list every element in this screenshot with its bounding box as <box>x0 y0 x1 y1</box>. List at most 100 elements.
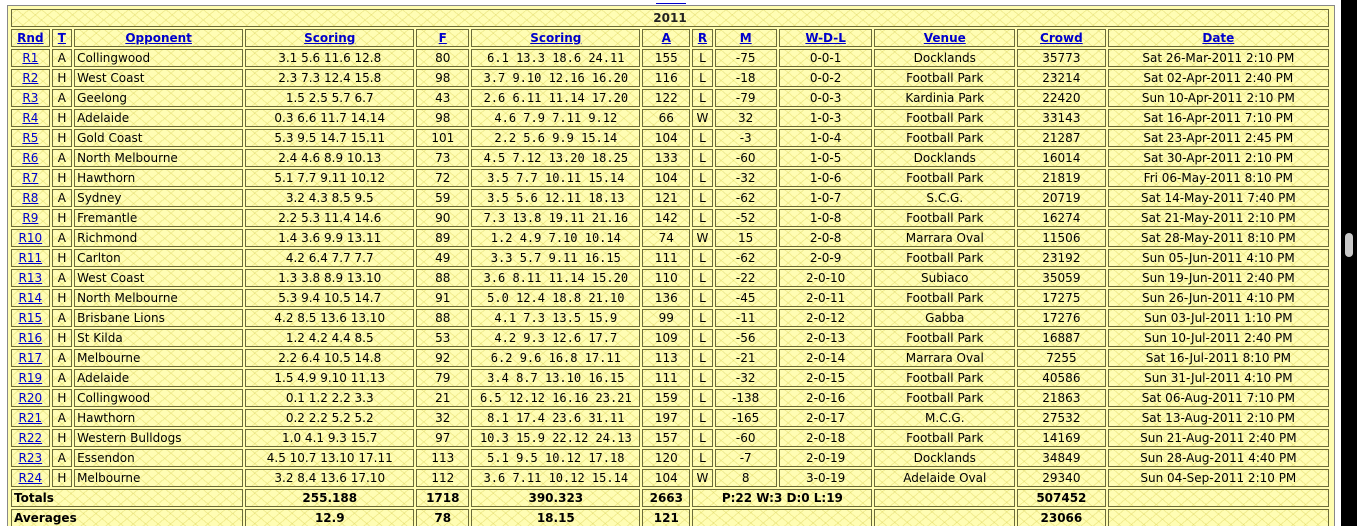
sort-link-scoring-against[interactable]: Scoring <box>530 31 581 45</box>
sort-link-m[interactable]: M <box>740 31 752 45</box>
cell-date: Sat 23-Apr-2011 2:45 PM <box>1107 129 1329 147</box>
sort-link-t[interactable]: T <box>58 31 66 45</box>
sort-link-crowd[interactable]: Crowd <box>1040 31 1083 45</box>
round-link[interactable]: R15 <box>19 311 43 325</box>
cell-opp: Melbourne <box>74 469 244 487</box>
cell-crowd: 35773 <box>1017 49 1106 67</box>
cell-r: L <box>692 129 713 147</box>
round-link[interactable]: R19 <box>19 371 43 385</box>
round-link[interactable]: R3 <box>22 91 38 105</box>
cell-t: H <box>51 129 73 147</box>
vertical-scrollbar[interactable] <box>1341 0 1357 526</box>
round-link[interactable]: R7 <box>22 171 38 185</box>
cell-a: 66 <box>642 109 691 127</box>
cell-score-for: 5.1 7.7 9.11 10.12 <box>245 169 415 187</box>
sort-link-opponent[interactable]: Opponent <box>125 31 192 45</box>
round-link[interactable]: R5 <box>22 131 38 145</box>
cell-opp: Brisbane Lions <box>74 309 244 327</box>
sort-link-scoring-for[interactable]: Scoring <box>304 31 355 45</box>
cell-score-for: 1.0 4.1 9.3 15.7 <box>245 429 415 447</box>
round-link[interactable]: R6 <box>22 151 38 165</box>
top-link[interactable] <box>656 0 686 4</box>
round-link[interactable]: R10 <box>19 231 43 245</box>
table-row: R3 A Geelong 1.5 2.5 5.7 6.7 43 2.6 6.11 11.1… <box>11 89 1329 107</box>
cell-t: A <box>51 449 73 467</box>
cell-score-for: 2.2 5.3 11.4 14.6 <box>245 209 415 227</box>
cell-opp: Essendon <box>74 449 244 467</box>
round-link[interactable]: R22 <box>19 431 43 445</box>
cell-wdl: 1-0-4 <box>778 129 873 147</box>
cell-venue: Subiaco <box>874 269 1016 287</box>
round-link[interactable]: R9 <box>22 211 38 225</box>
cell-m: -22 <box>714 269 777 287</box>
cell-date: Sat 06-Aug-2011 7:10 PM <box>1107 389 1329 407</box>
scrollbar-thumb[interactable] <box>1345 233 1353 257</box>
cell-date: Sun 05-Jun-2011 4:10 PM <box>1107 249 1329 267</box>
sort-link-wdl[interactable]: W-D-L <box>805 31 846 45</box>
cell-score-for: 0.1 1.2 2.2 3.3 <box>245 389 415 407</box>
totals-record: P:22 W:3 D:0 L:19 <box>692 489 873 507</box>
cell-rnd: R24 <box>11 469 50 487</box>
round-link[interactable]: R21 <box>19 411 43 425</box>
cell-score-against: 3.5 7.7 10.11 15.14 <box>471 169 641 187</box>
cell-r: L <box>692 269 713 287</box>
round-link[interactable]: R16 <box>19 331 43 345</box>
cell-rnd: R3 <box>11 89 50 107</box>
cell-wdl: 2-0-17 <box>778 409 873 427</box>
round-link[interactable]: R23 <box>19 451 43 465</box>
cell-wdl: 1-0-8 <box>778 209 873 227</box>
round-link[interactable]: R24 <box>19 471 43 485</box>
cell-a: 136 <box>642 289 691 307</box>
round-link[interactable]: R20 <box>19 391 43 405</box>
cell-t: A <box>51 149 73 167</box>
round-link[interactable]: R17 <box>19 351 43 365</box>
cell-f: 101 <box>416 129 470 147</box>
cell-rnd: R1 <box>11 49 50 67</box>
sort-link-a[interactable]: A <box>662 31 671 45</box>
header-date: Date <box>1107 29 1329 47</box>
cell-t: H <box>51 249 73 267</box>
cell-m: -52 <box>714 209 777 227</box>
averages-score-for: 12.9 <box>245 509 415 526</box>
round-link[interactable]: R2 <box>22 71 38 85</box>
sort-link-date[interactable]: Date <box>1202 31 1234 45</box>
cell-r: L <box>692 409 713 427</box>
round-link[interactable]: R14 <box>19 291 43 305</box>
round-link[interactable]: R13 <box>19 271 43 285</box>
cell-m: -165 <box>714 409 777 427</box>
cell-a: 159 <box>642 389 691 407</box>
cell-t: H <box>51 289 73 307</box>
round-link[interactable]: R8 <box>22 191 38 205</box>
table-row: R21 A Hawthorn 0.2 2.2 5.2 5.2 32 8.1 17.4 23… <box>11 409 1329 427</box>
header-scoring-for: Scoring <box>245 29 415 47</box>
averages-label: Averages <box>11 509 244 526</box>
cell-score-for: 1.5 4.9 9.10 11.13 <box>245 369 415 387</box>
cell-rnd: R22 <box>11 429 50 447</box>
cell-a: 109 <box>642 329 691 347</box>
cell-f: 113 <box>416 449 470 467</box>
cell-f: 43 <box>416 89 470 107</box>
cell-r: L <box>692 89 713 107</box>
cell-date: Sat 16-Apr-2011 7:10 PM <box>1107 109 1329 127</box>
sort-link-r[interactable]: R <box>698 31 707 45</box>
cell-venue: Football Park <box>874 109 1016 127</box>
cell-f: 49 <box>416 249 470 267</box>
cell-f: 88 <box>416 309 470 327</box>
round-link[interactable]: R4 <box>22 111 38 125</box>
sort-link-venue[interactable]: Venue <box>924 31 966 45</box>
cell-t: A <box>51 409 73 427</box>
cell-m: -62 <box>714 249 777 267</box>
cell-m: -21 <box>714 349 777 367</box>
cell-opp: Adelaide <box>74 369 244 387</box>
sort-link-rnd[interactable]: Rnd <box>17 31 43 45</box>
round-link[interactable]: R11 <box>19 251 43 265</box>
sort-link-f[interactable]: F <box>439 31 447 45</box>
cell-m: 32 <box>714 109 777 127</box>
cell-venue: Football Park <box>874 249 1016 267</box>
cell-f: 98 <box>416 109 470 127</box>
header-row: Rnd T Opponent Scoring F Scoring A R M W-D-L Venue… <box>11 29 1329 47</box>
round-link[interactable]: R1 <box>22 51 38 65</box>
cell-venue: M.C.G. <box>874 409 1016 427</box>
cell-wdl: 2-0-12 <box>778 309 873 327</box>
averages-row: Averages 12.9 78 18.15 121 23066 <box>11 509 1329 526</box>
